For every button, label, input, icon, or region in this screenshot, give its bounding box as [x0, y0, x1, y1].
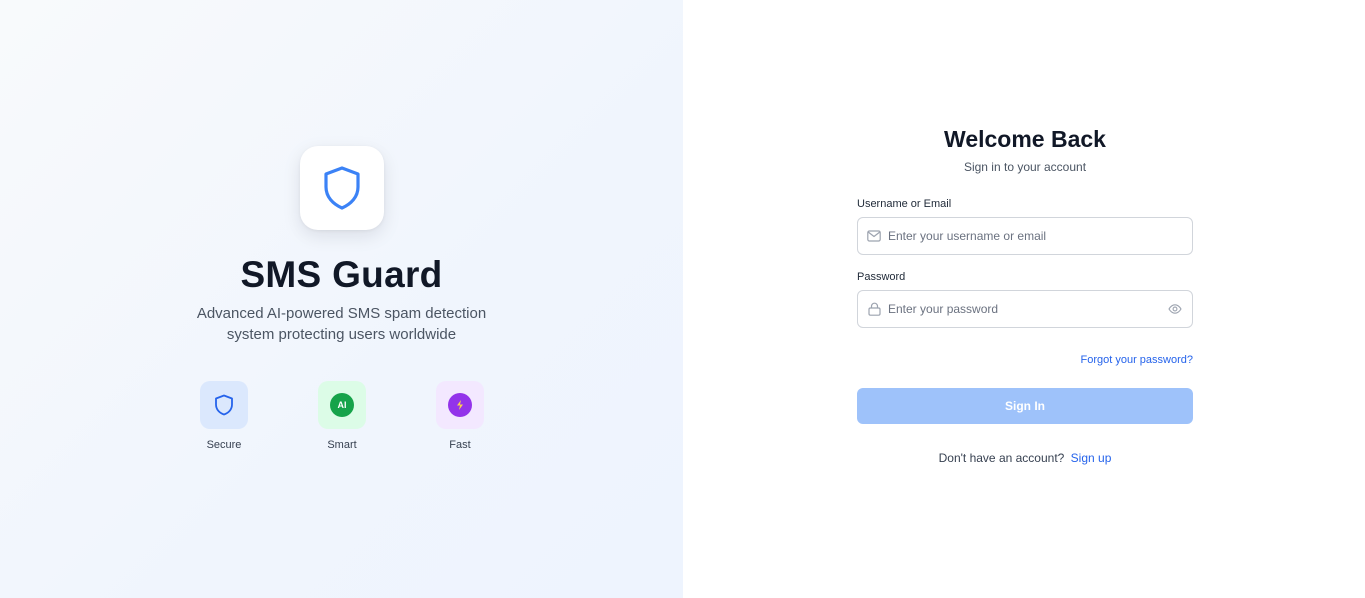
feature-label: Smart — [327, 439, 357, 451]
brand-tagline: Advanced AI-powered SMS spam detection s… — [196, 305, 487, 343]
forgot-row: Forgot your password? — [857, 350, 1194, 368]
login-page: SMS Guard Advanced AI-powered SMS spam d… — [0, 0, 1365, 598]
password-input[interactable] — [888, 302, 1167, 316]
feature-secure-badge — [200, 381, 248, 429]
signup-row: Don't have an account? Sign up — [857, 451, 1193, 465]
eye-icon[interactable] — [1167, 301, 1183, 317]
feature-secure: Secure — [184, 381, 264, 451]
brand-panel: SMS Guard Advanced AI-powered SMS spam d… — [0, 0, 683, 598]
shield-icon — [324, 166, 360, 210]
feature-label: Fast — [449, 439, 471, 451]
sign-in-button[interactable]: Sign In — [857, 388, 1193, 424]
feature-smart-badge: AI — [318, 381, 366, 429]
login-panel: Welcome Back Sign in to your account Use… — [683, 0, 1365, 598]
username-label: Username or Email — [857, 198, 952, 210]
lock-icon — [867, 302, 881, 316]
brand-logo — [300, 146, 384, 230]
sign-up-link[interactable]: Sign up — [1071, 451, 1112, 465]
shield-icon — [215, 394, 233, 416]
lightning-icon — [448, 393, 472, 417]
mail-icon — [867, 229, 881, 243]
username-input[interactable] — [888, 229, 1183, 243]
login-form: Welcome Back Sign in to your account Use… — [857, 126, 1193, 465]
ai-badge-icon: AI — [330, 393, 354, 417]
password-field-box[interactable] — [857, 290, 1193, 328]
password-label: Password — [857, 271, 906, 283]
brand-title: SMS Guard — [240, 254, 443, 295]
feature-fast: Fast — [420, 381, 500, 451]
form-title: Welcome Back — [944, 126, 1106, 152]
feature-smart: AI Smart — [302, 381, 382, 451]
form-subtitle: Sign in to your account — [963, 160, 1087, 174]
feature-fast-badge — [436, 381, 484, 429]
username-field-box[interactable] — [857, 217, 1193, 255]
signup-prompt: Don't have an account? — [938, 451, 1065, 465]
forgot-password-link[interactable]: Forgot your password? — [1081, 354, 1194, 366]
feature-label: Secure — [206, 439, 242, 451]
